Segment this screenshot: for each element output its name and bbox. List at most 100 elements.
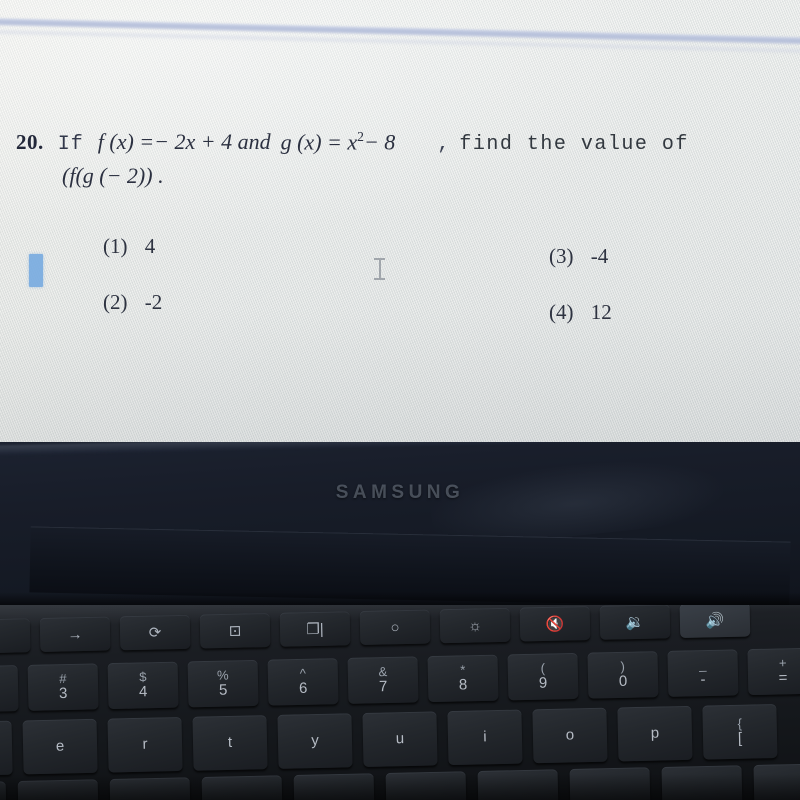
worksheet-document: 20. If f (x) =− 2x + 4 and g (x) = x2− 8…: [0, 0, 800, 442]
key-label: 7: [378, 678, 388, 696]
answer-choice-3-value: -4: [590, 244, 609, 268]
answer-choice-1-label: (1): [103, 234, 128, 258]
key-t[interactable]: t: [192, 715, 268, 771]
key-label: i: [483, 728, 487, 746]
brightness-up-icon: ☼: [467, 616, 483, 635]
question-line-2: (f(g (− 2)) .: [62, 163, 164, 188]
key-r[interactable]: r: [107, 716, 183, 773]
photo-of-laptop: 20. If f (x) =− 2x + 4 and g (x) = x2− 8…: [0, 0, 800, 800]
key-7[interactable]: & 7: [347, 656, 419, 704]
key-0[interactable]: ) 0: [587, 651, 659, 699]
answer-choice-3[interactable]: (3) -4: [549, 244, 608, 269]
key-mute[interactable]: 🔇: [519, 605, 591, 642]
key-label: [: [737, 729, 743, 748]
function-g-text: g (x) = x: [280, 129, 358, 155]
key-e[interactable]: e: [22, 718, 98, 775]
function-f-expression: f (x) =− 2x + 4 and: [98, 129, 271, 155]
key-label: t: [227, 734, 233, 752]
answer-choice-4[interactable]: (4) 12: [549, 300, 612, 325]
function-g-tail: − 8: [363, 129, 396, 155]
key--[interactable]: _ -: [667, 649, 739, 697]
key-i[interactable]: i: [447, 709, 523, 766]
laptop-bezel: SAMSUNG: [0, 442, 800, 605]
hinge-shadow: [0, 592, 800, 605]
function-g-expression: g (x) = x2− 8: [281, 129, 396, 155]
answer-choice-4-value: 12: [590, 300, 612, 324]
key-label: 9: [538, 674, 548, 692]
key-u[interactable]: u: [362, 711, 438, 767]
key-label: 4: [138, 683, 148, 701]
key-symbol: ): [620, 658, 626, 674]
text-selection-highlight[interactable]: [29, 254, 43, 287]
answer-choice-2-label: (2): [103, 290, 128, 314]
key-blank[interactable]: [477, 769, 559, 800]
key-symbol: _: [698, 656, 707, 672]
key-symbol: $: [139, 668, 147, 684]
key-8[interactable]: * 8: [427, 654, 499, 703]
key-blank[interactable]: [17, 779, 99, 800]
key-label: u: [395, 730, 405, 748]
key-volume-up[interactable]: 🔊: [679, 605, 751, 639]
volume-up-icon: 🔊: [705, 612, 725, 630]
key-blank[interactable]: [109, 777, 191, 800]
key-label: =: [778, 669, 788, 687]
key-label: o: [565, 726, 575, 744]
volume-down-icon: 🔉: [625, 613, 645, 632]
key-blank[interactable]: [201, 775, 283, 800]
question-number: 20.: [16, 130, 44, 155]
answer-choice-3-label: (3): [549, 244, 574, 268]
key-forward[interactable]: →: [39, 616, 111, 652]
answer-choice-2[interactable]: (2) -2: [103, 290, 162, 315]
key-o[interactable]: o: [532, 707, 608, 764]
brightness-down-icon: ○: [390, 618, 400, 636]
key-symbol: (: [540, 660, 546, 676]
key-volume-down[interactable]: 🔉: [599, 605, 671, 640]
answer-choice-1[interactable]: (1) 4: [103, 234, 155, 259]
answer-choice-1-value: 4: [144, 234, 156, 258]
key-label: 5: [218, 681, 228, 699]
key-label: p: [650, 724, 660, 743]
key-label: 0: [618, 672, 628, 691]
key-brightness-down[interactable]: ○: [359, 609, 431, 645]
key-6[interactable]: ^ 6: [267, 658, 339, 706]
key-blank[interactable]: [569, 767, 651, 800]
key-reload[interactable]: ⟳: [119, 614, 191, 651]
key-5[interactable]: % 5: [187, 659, 259, 708]
key-label: y: [311, 732, 319, 750]
keyboard-letter-row: w e r t y u i o p {[: [0, 703, 788, 777]
forward-icon: →: [67, 625, 83, 643]
brand-logo: SAMSUNG: [335, 482, 465, 503]
laptop-keyboard: ←→⟳⊡❐|○☼🔇🔉🔊 @2#3$4%5^6&7*8(9)0_-+= werty…: [0, 605, 800, 800]
key-p[interactable]: p: [617, 705, 693, 762]
fullscreen-icon: ⊡: [228, 622, 242, 640]
key-fullscreen[interactable]: ⊡: [199, 612, 271, 649]
overview-icon: ❐|: [306, 620, 324, 639]
key-=[interactable]: + =: [747, 647, 800, 696]
key-blank[interactable]: [293, 773, 375, 800]
keyboard-number-row: @2#3$4%5^6&7*8(9)0_-+=: [0, 647, 800, 713]
key-back[interactable]: ←: [0, 618, 31, 654]
key-blank[interactable]: [661, 765, 743, 800]
key-overview[interactable]: ❐|: [279, 611, 351, 647]
key-9[interactable]: (9: [507, 652, 579, 701]
question-prompt-tail: find the value of: [459, 133, 689, 157]
question-prompt-if: If: [57, 133, 84, 157]
key-blank[interactable]: [753, 763, 800, 800]
key-blank[interactable]: [385, 771, 467, 800]
key-2[interactable]: @2: [0, 665, 19, 713]
key-label: e: [55, 737, 65, 756]
key-3[interactable]: #3: [27, 663, 99, 711]
key-[[interactable]: {[: [702, 703, 778, 760]
answer-choice-2-value: -2: [144, 290, 163, 314]
key-y[interactable]: y: [277, 713, 353, 769]
key-brightness-up[interactable]: ☼: [439, 607, 511, 644]
key-blank[interactable]: [0, 781, 7, 800]
key-symbol: +: [778, 654, 787, 671]
function-g-exponent: 2: [357, 129, 364, 144]
key-symbol: &: [378, 663, 388, 679]
back-icon: ←: [0, 627, 3, 645]
key-4[interactable]: $4: [107, 661, 179, 710]
key-w[interactable]: w: [0, 720, 13, 777]
key-label: 3: [58, 685, 68, 703]
key-symbol: %: [216, 667, 229, 683]
